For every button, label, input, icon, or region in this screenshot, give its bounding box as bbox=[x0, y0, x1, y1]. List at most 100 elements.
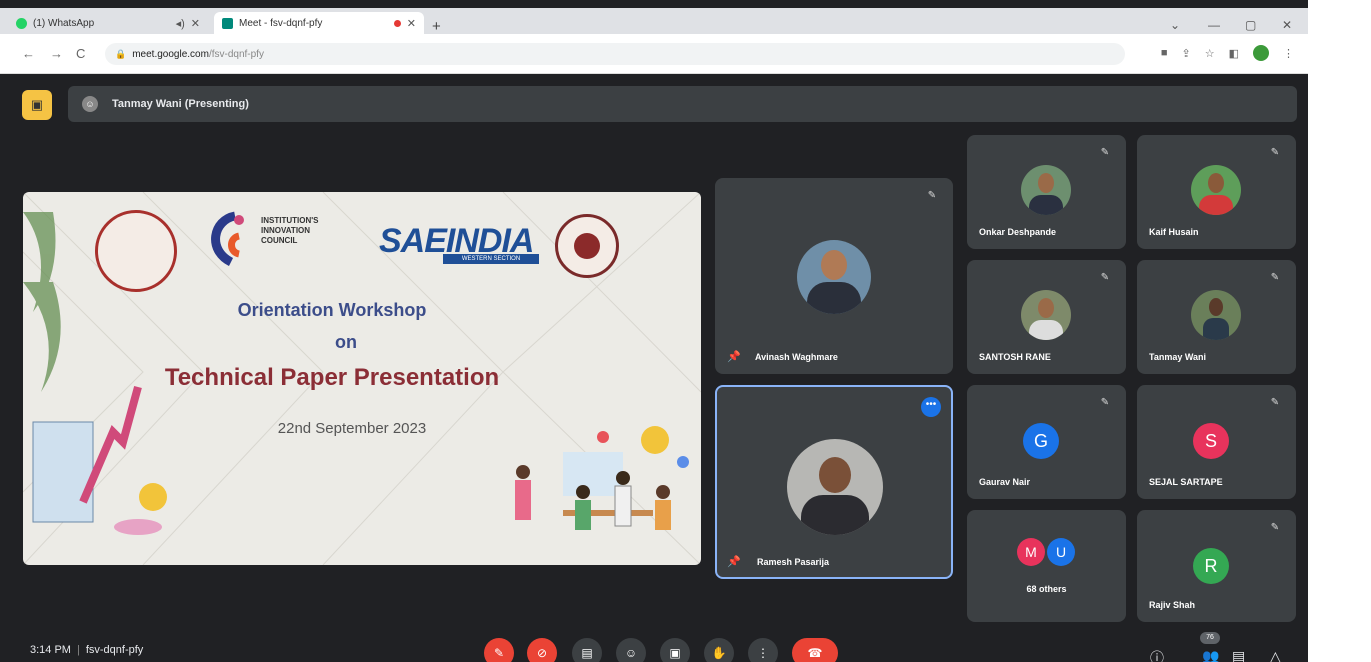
close-tab-icon[interactable]: ✕ bbox=[191, 17, 200, 30]
emoji-button[interactable]: ☺ bbox=[616, 638, 646, 662]
reload-icon[interactable]: C bbox=[76, 46, 85, 61]
pin-icon[interactable]: 📌 bbox=[727, 555, 741, 568]
new-tab-button[interactable]: + bbox=[432, 18, 441, 35]
tab-meet[interactable]: Meet - fsv-dqnf-pfy ✕ bbox=[214, 12, 424, 34]
back-icon[interactable]: ← bbox=[22, 46, 35, 61]
people-icon[interactable]: 👥 bbox=[1202, 648, 1219, 662]
mic-off-icon: ✎ bbox=[1270, 147, 1280, 158]
participant-name: Rajiv Shah bbox=[1149, 600, 1196, 610]
sae-subtitle: WESTERN SECTION bbox=[443, 254, 539, 264]
mic-off-icon: ✎ bbox=[1100, 397, 1110, 408]
meeting-code: fsv-dqnf-pfy bbox=[85, 644, 144, 656]
participant-avatar bbox=[1191, 290, 1241, 340]
participant-avatar bbox=[1021, 165, 1071, 215]
mic-off-icon: ✎ bbox=[1100, 147, 1110, 158]
participant-tile[interactable]: ✎ S SEJAL SARTAPE bbox=[1137, 385, 1296, 499]
meeting-controls-bar: 3:14 PM | fsv-dqnf-pfy ✎ ⊘ ▤ ☺ ▣ ✋ ⋮ ☎ ⓘ 7… bbox=[0, 632, 1308, 662]
participant-name: SANTOSH RANE bbox=[979, 352, 1051, 362]
meet-icon bbox=[222, 17, 233, 29]
close-window-button[interactable]: ✕ bbox=[1282, 18, 1292, 32]
tab-whatsapp[interactable]: (1) WhatsApp ◂) ✕ bbox=[8, 12, 208, 34]
url-host: meet.google.com bbox=[132, 48, 209, 60]
participant-name: Onkar Deshpande bbox=[979, 227, 1057, 237]
meet-screen: (1) WhatsApp ◂) ✕ Meet - fsv-dqnf-pfy ✕ … bbox=[0, 0, 1308, 662]
maximize-button[interactable]: ▢ bbox=[1245, 18, 1256, 32]
slide-date: 22nd September 2023 bbox=[277, 420, 427, 437]
recording-icon bbox=[393, 19, 401, 27]
info-icon[interactable]: ⓘ bbox=[1150, 648, 1164, 662]
participant-avatar bbox=[1021, 290, 1071, 340]
mic-off-button[interactable]: ✎ bbox=[484, 638, 514, 662]
bookmark-star-icon[interactable]: ☆ bbox=[1205, 47, 1215, 60]
college-seal-logo bbox=[555, 214, 619, 278]
activities-icon[interactable]: △ bbox=[1270, 648, 1281, 662]
profile-avatar[interactable] bbox=[1253, 45, 1269, 61]
participant-initial-avatar: S bbox=[1193, 423, 1229, 459]
iic-line-1: INSTITUTION'S bbox=[261, 216, 319, 225]
participant-tile[interactable]: ✎ R Rajiv Shah bbox=[1137, 510, 1296, 622]
participant-avatar bbox=[797, 240, 871, 314]
captions-button[interactable]: ▤ bbox=[572, 638, 602, 662]
tab-label: Meet - fsv-dqnf-pfy bbox=[239, 17, 323, 29]
iic-logo: INSTITUTION'S INNOVATION COUNCIL bbox=[205, 210, 365, 270]
camera-off-button[interactable]: ⊘ bbox=[527, 638, 557, 662]
raise-hand-button[interactable]: ✋ bbox=[704, 638, 734, 662]
forward-icon[interactable]: → bbox=[50, 46, 63, 61]
sidebar-icon[interactable]: ◧ bbox=[1229, 47, 1239, 60]
chat-icon[interactable]: ▤ bbox=[1232, 648, 1245, 662]
pin-icon[interactable]: 📌 bbox=[727, 350, 741, 363]
presenter-avatar-icon: ☺ bbox=[82, 96, 98, 112]
slide-title-line-1: Orientation Workshop bbox=[237, 300, 427, 320]
speaker-icon: ◂) bbox=[175, 17, 185, 30]
lock-icon: 🔒 bbox=[115, 48, 127, 59]
whatsapp-icon bbox=[16, 17, 27, 29]
mic-off-icon: ✎ bbox=[1270, 522, 1280, 533]
growth-chart-illustration bbox=[32, 385, 167, 535]
participant-name: SEJAL SARTAPE bbox=[1149, 477, 1223, 487]
participant-tile[interactable]: ✎ SANTOSH RANE bbox=[967, 260, 1126, 374]
address-bar: ← → C 🔒 meet.google.com /fsv-dqnf-pfy ■ … bbox=[0, 34, 1308, 74]
menu-icon[interactable]: ⋮ bbox=[1283, 47, 1294, 60]
participant-tile[interactable]: ✎ G Gaurav Nair bbox=[967, 385, 1126, 499]
others-count: 68 others bbox=[1026, 584, 1067, 594]
slide-title-line-3: Technical Paper Presentation bbox=[164, 364, 500, 391]
slide-title-line-2: on bbox=[335, 332, 357, 352]
close-tab-icon[interactable]: ✕ bbox=[407, 17, 416, 30]
iic-line-2: INNOVATION bbox=[261, 226, 311, 235]
others-tile[interactable]: M U 68 others bbox=[967, 510, 1126, 622]
presenting-label: Tanmay Wani (Presenting) bbox=[112, 98, 249, 110]
meeting-time: 3:14 PM bbox=[30, 644, 71, 656]
participant-tile-active[interactable]: ••• 📌 Ramesh Pasarija bbox=[715, 385, 953, 579]
presentation-slide: INSTITUTION'S INNOVATION COUNCIL SAEINDI… bbox=[23, 192, 701, 565]
mic-off-icon: ✎ bbox=[1270, 397, 1280, 408]
stop-presenting-icon[interactable]: ▣ bbox=[22, 90, 52, 120]
participant-tile[interactable]: ✎ Onkar Deshpande bbox=[967, 135, 1126, 249]
participant-name: Avinash Waghmare bbox=[755, 352, 838, 362]
share-icon[interactable]: ⇪ bbox=[1182, 47, 1191, 60]
minimize-button[interactable]: — bbox=[1208, 18, 1220, 32]
url-input[interactable]: 🔒 meet.google.com /fsv-dqnf-pfy bbox=[105, 43, 1125, 65]
participant-initial-avatar: R bbox=[1193, 548, 1229, 584]
end-call-button[interactable]: ☎ bbox=[792, 638, 838, 662]
chevron-down-icon[interactable]: ⌄ bbox=[1170, 18, 1180, 32]
participant-initial-avatar: M bbox=[1017, 538, 1045, 566]
mic-off-icon: ✎ bbox=[1100, 272, 1110, 283]
participant-name: Gaurav Nair bbox=[979, 477, 1031, 487]
participant-name: Ramesh Pasarija bbox=[757, 557, 830, 567]
participant-name: Kaif Husain bbox=[1149, 227, 1199, 237]
url-path: /fsv-dqnf-pfy bbox=[208, 48, 264, 60]
participant-tile[interactable]: ✎ 📌 Avinash Waghmare bbox=[715, 178, 953, 374]
mic-off-icon: ✎ bbox=[1270, 272, 1280, 283]
participant-avatar bbox=[787, 439, 883, 535]
participant-tile[interactable]: ✎ Kaif Husain bbox=[1137, 135, 1296, 249]
more-options-button[interactable]: ⋮ bbox=[748, 638, 778, 662]
participant-count-badge: 76 bbox=[1200, 632, 1220, 644]
iic-line-3: COUNCIL bbox=[261, 236, 298, 245]
camera-icon[interactable]: ■ bbox=[1161, 47, 1168, 59]
more-options-icon[interactable]: ••• bbox=[921, 397, 941, 417]
participant-tile[interactable]: ✎ Tanmay Wani bbox=[1137, 260, 1296, 374]
page-margin bbox=[1308, 0, 1371, 662]
present-screen-button[interactable]: ▣ bbox=[660, 638, 690, 662]
tab-label: (1) WhatsApp bbox=[33, 17, 95, 29]
presentation-header: ▣ ☺ Tanmay Wani (Presenting) bbox=[22, 86, 1297, 122]
